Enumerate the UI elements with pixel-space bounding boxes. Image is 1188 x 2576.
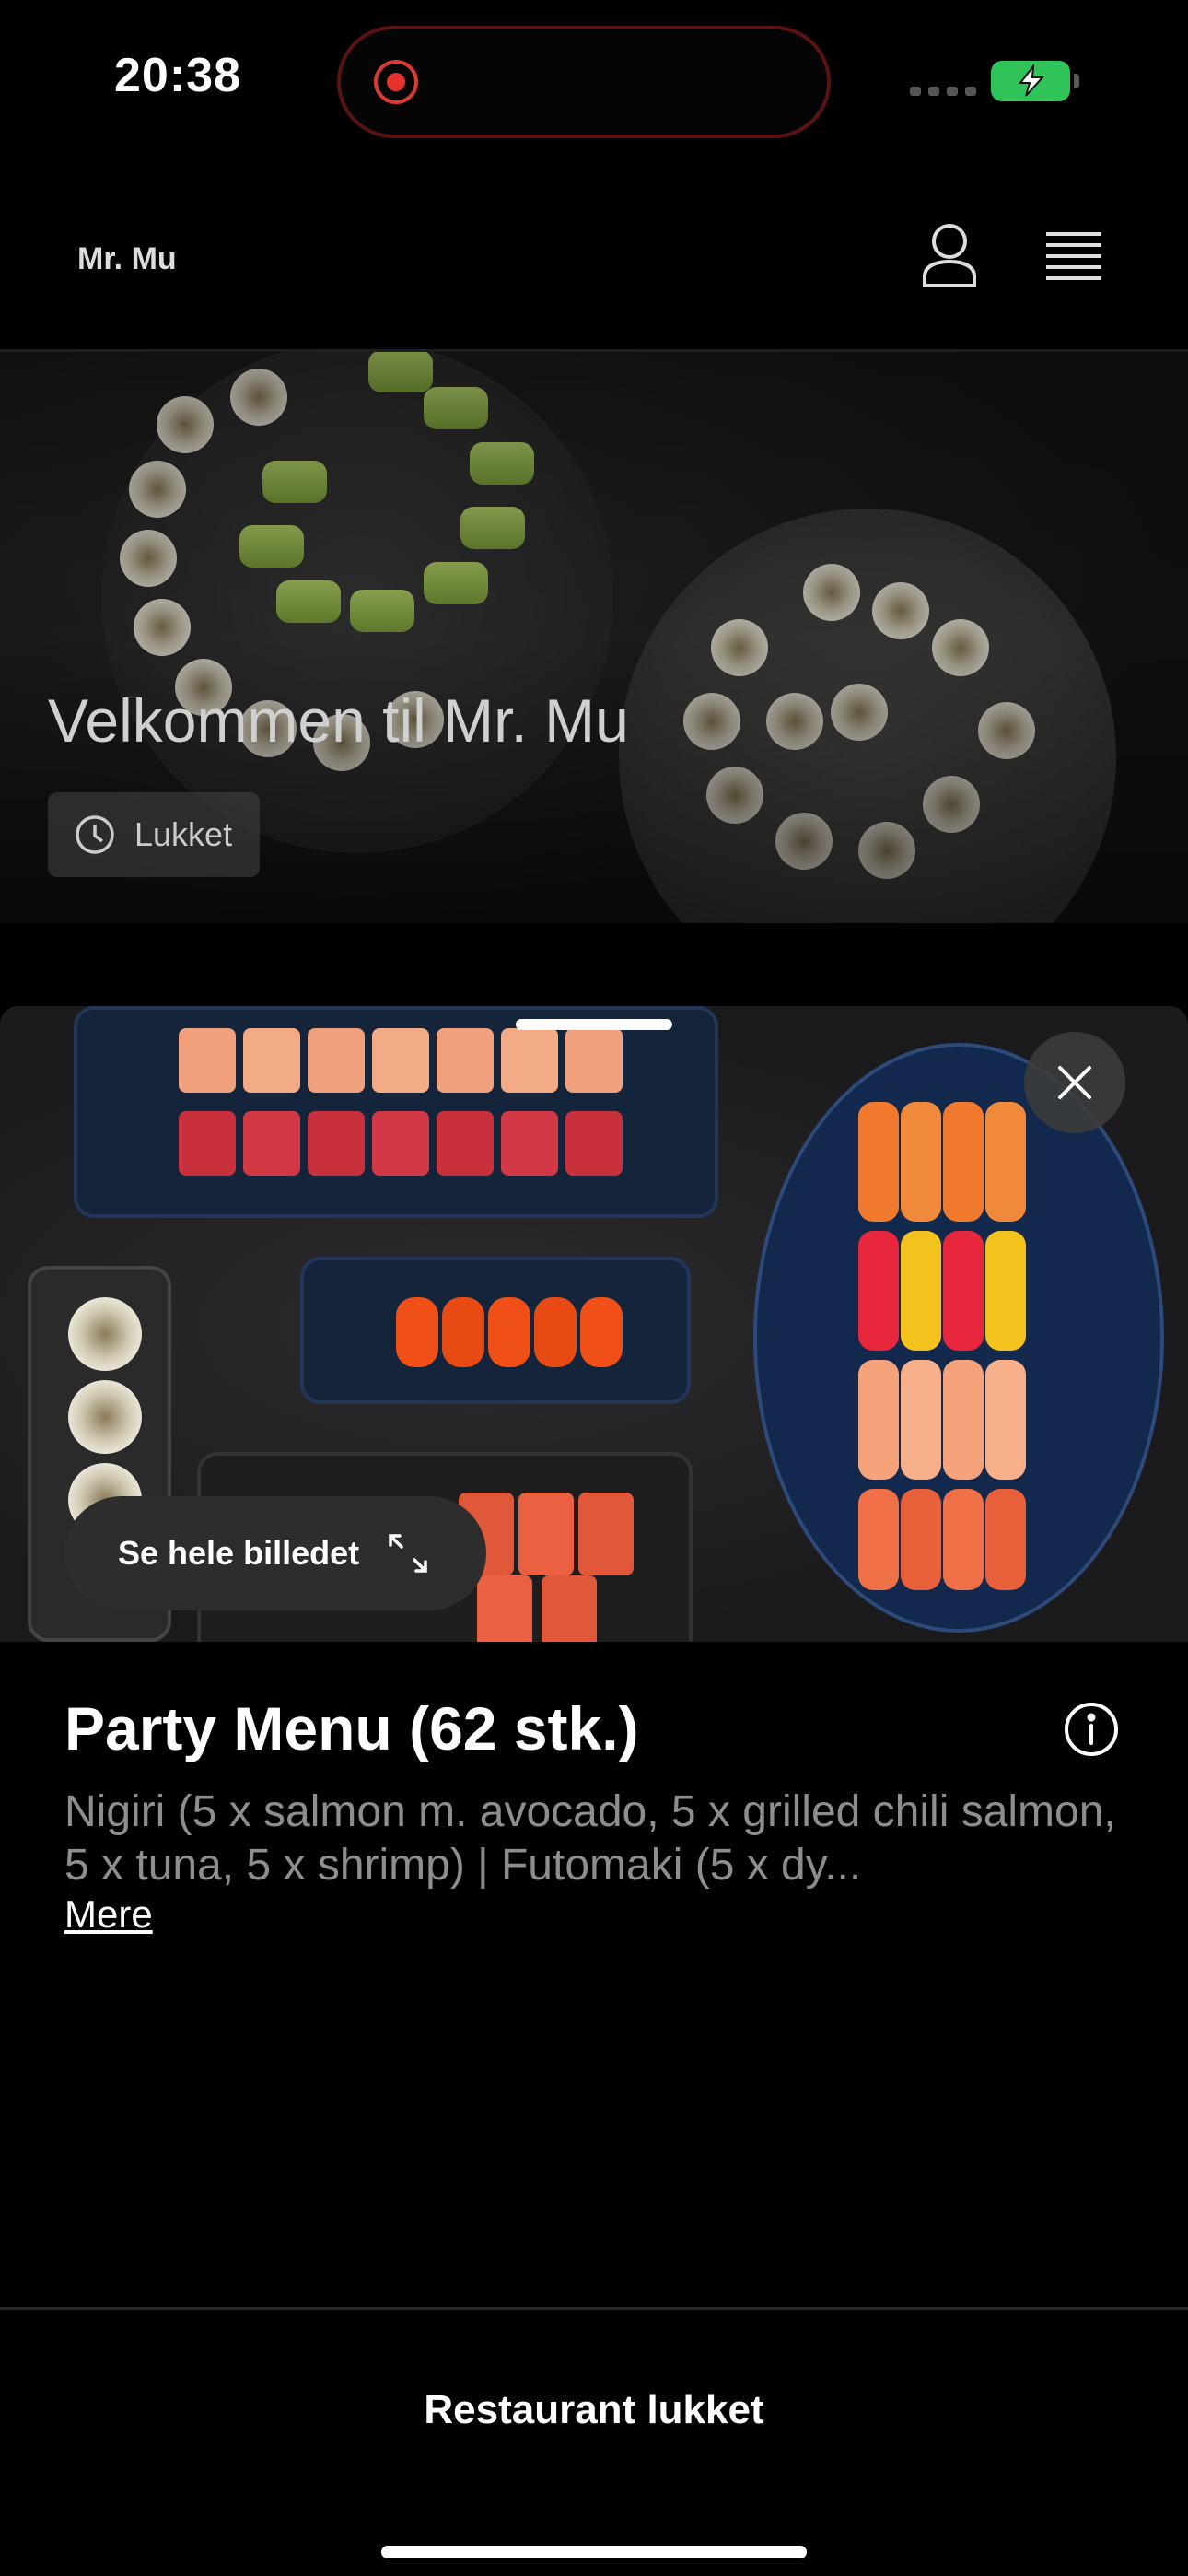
close-button[interactable] <box>1024 1032 1125 1133</box>
info-icon[interactable] <box>1063 1701 1120 1762</box>
signal-icon <box>910 87 976 96</box>
opening-status-badge: Lukket <box>48 792 261 877</box>
more-link[interactable]: Mere <box>64 1892 153 1937</box>
opening-status-label: Lukket <box>134 815 233 853</box>
close-icon <box>1058 1066 1091 1099</box>
sheet-grabber[interactable] <box>516 1019 672 1030</box>
product-image[interactable]: Se hele billedet <box>0 1006 1188 1642</box>
view-full-image-label: Se hele billedet <box>118 1534 360 1572</box>
user-icon[interactable] <box>921 223 978 294</box>
clock-icon <box>76 815 114 854</box>
footer-bar: Restaurant lukket <box>0 2307 1188 2576</box>
battery-charging-icon <box>991 61 1079 101</box>
status-time: 20:38 <box>114 49 241 102</box>
sushi-tray-image <box>74 1006 718 1218</box>
product-title: Party Menu (62 stk.) <box>64 1694 639 1762</box>
status-bar: 20:38 <box>0 0 1188 157</box>
sushi-tray-image <box>300 1257 691 1404</box>
restaurant-closed-label: Restaurant lukket <box>424 2387 764 2432</box>
brand-name[interactable]: Mr. Mu <box>77 241 177 277</box>
hero-banner: Velkommen til Mr. Mu Lukket <box>0 352 1188 923</box>
hamburger-menu-icon[interactable] <box>1044 230 1103 287</box>
recording-indicator-icon <box>374 60 418 104</box>
home-indicator[interactable] <box>381 2546 807 2558</box>
app-header: Mr. Mu <box>0 157 1188 352</box>
sushi-platter-image <box>753 1043 1164 1633</box>
dynamic-island <box>337 26 831 138</box>
view-full-image-button[interactable]: Se hele billedet <box>64 1496 486 1610</box>
hero-title: Velkommen til Mr. Mu <box>48 686 629 755</box>
product-description: Nigiri (5 x salmon m. avocado, 5 x grill… <box>64 1787 1116 1890</box>
expand-icon <box>389 1534 427 1573</box>
